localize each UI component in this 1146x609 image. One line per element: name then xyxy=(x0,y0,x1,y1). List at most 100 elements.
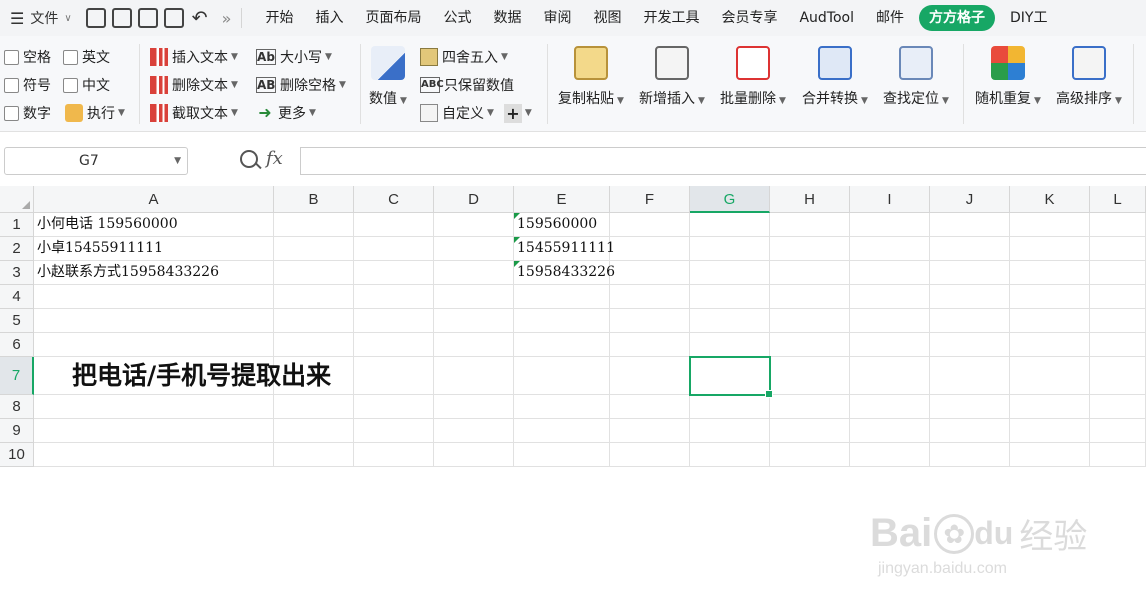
grid-cell[interactable] xyxy=(1090,237,1146,261)
grid-cell[interactable] xyxy=(274,237,354,261)
grid-cell[interactable] xyxy=(690,309,770,333)
cell-a2[interactable]: 小卓15455911111 xyxy=(34,237,274,261)
grid-cell[interactable] xyxy=(1090,285,1146,309)
tab-insert[interactable]: 插入 xyxy=(304,0,354,36)
grid-cell[interactable] xyxy=(514,395,610,419)
grid-cell[interactable] xyxy=(850,285,930,309)
more-button[interactable]: ➜ 更多 ▼ xyxy=(256,102,316,124)
grid-cell[interactable] xyxy=(850,213,930,237)
grid-cell[interactable] xyxy=(690,261,770,285)
find-locate-button[interactable]: 查找定位 ▼ xyxy=(883,40,949,108)
numeric-button[interactable]: 数值 ▼ xyxy=(369,40,407,108)
grid-cell[interactable] xyxy=(850,357,930,395)
grid-cell[interactable] xyxy=(354,261,434,285)
grid-cell[interactable] xyxy=(610,419,690,443)
grid-cell[interactable] xyxy=(1010,309,1090,333)
more-commands-icon[interactable]: » xyxy=(222,9,232,28)
case-button[interactable]: Ab 大小写 ▼ xyxy=(256,46,332,68)
grid-cell[interactable] xyxy=(434,443,514,467)
add-insert-button[interactable]: 新增插入 ▼ xyxy=(639,40,705,108)
tab-review[interactable]: 审阅 xyxy=(532,0,582,36)
grid-cell[interactable] xyxy=(930,357,1010,395)
grid-cell[interactable] xyxy=(274,309,354,333)
row-header-10[interactable]: 10 xyxy=(0,443,34,467)
grid-cell[interactable] xyxy=(274,261,354,285)
grid-cell[interactable] xyxy=(690,213,770,237)
undo-icon[interactable]: ↶ xyxy=(190,7,210,29)
grid-cell[interactable] xyxy=(514,419,610,443)
column-header-h[interactable]: H xyxy=(770,186,850,213)
grid-cell[interactable] xyxy=(850,419,930,443)
grid-cell[interactable] xyxy=(610,395,690,419)
grid-cell[interactable] xyxy=(354,395,434,419)
grid-cell[interactable] xyxy=(514,285,610,309)
grid-cell[interactable] xyxy=(610,261,690,285)
grid-cell[interactable] xyxy=(850,395,930,419)
custom-button[interactable]: 自定义 ▼ + ▼ xyxy=(420,102,532,124)
grid-cell[interactable] xyxy=(354,237,434,261)
grid-cell[interactable] xyxy=(34,285,274,309)
delete-text-button[interactable]: 删除文本 ▼ xyxy=(150,74,238,96)
zoom-icon[interactable] xyxy=(240,149,258,168)
grid-cell[interactable] xyxy=(850,261,930,285)
grid-cell[interactable] xyxy=(274,285,354,309)
row-header-1[interactable]: 1 xyxy=(0,213,34,237)
row-header-9[interactable]: 9 xyxy=(0,419,34,443)
grid-cell[interactable] xyxy=(434,237,514,261)
column-header-e[interactable]: E xyxy=(514,186,610,213)
grid-cell[interactable] xyxy=(1010,333,1090,357)
grid-cell[interactable] xyxy=(1090,395,1146,419)
grid-cell[interactable] xyxy=(434,261,514,285)
grid-cell[interactable] xyxy=(354,419,434,443)
grid-cell[interactable] xyxy=(690,443,770,467)
grid-cell[interactable] xyxy=(434,213,514,237)
grid-cell[interactable] xyxy=(274,443,354,467)
checkbox[interactable] xyxy=(63,49,78,65)
checkbox[interactable] xyxy=(63,77,78,93)
grid-cell[interactable] xyxy=(610,333,690,357)
grid-cell[interactable] xyxy=(690,333,770,357)
grid-cell[interactable] xyxy=(34,309,274,333)
grid-cell[interactable] xyxy=(1010,357,1090,395)
grid-cell[interactable] xyxy=(514,309,610,333)
chevron-down-icon[interactable]: ▼ xyxy=(174,148,181,174)
grid-cell[interactable] xyxy=(1090,419,1146,443)
grid-cell[interactable] xyxy=(850,237,930,261)
grid-cell[interactable] xyxy=(1090,443,1146,467)
grid-cell[interactable] xyxy=(770,213,850,237)
grid-cell[interactable] xyxy=(1010,261,1090,285)
grid-cell[interactable] xyxy=(610,443,690,467)
tab-fangfang[interactable]: 方方格子 xyxy=(919,5,995,31)
cell-a1[interactable]: 小何电话 159560000 xyxy=(34,213,274,237)
grid-cell[interactable] xyxy=(930,443,1010,467)
grid-cell[interactable] xyxy=(1090,261,1146,285)
execute-button[interactable]: 执行 ▼ xyxy=(65,102,125,124)
copy-paste-button[interactable]: 复制粘贴 ▼ xyxy=(558,40,624,108)
grid-cell[interactable] xyxy=(354,443,434,467)
column-header-b[interactable]: B xyxy=(274,186,354,213)
checkbox[interactable] xyxy=(4,49,19,65)
grid-cell[interactable] xyxy=(274,419,354,443)
print-icon[interactable] xyxy=(137,8,158,28)
english-checkbox[interactable]: 英文 xyxy=(63,46,110,68)
grid-cell[interactable] xyxy=(1090,213,1146,237)
grid-cell[interactable] xyxy=(354,213,434,237)
column-header-c[interactable]: C xyxy=(354,186,434,213)
grid-cell[interactable] xyxy=(610,237,690,261)
cell-e2[interactable]: 15455911111 xyxy=(514,237,615,261)
grid-cell[interactable] xyxy=(434,285,514,309)
tab-member[interactable]: 会员专享 xyxy=(710,0,788,36)
grid-cell[interactable] xyxy=(274,395,354,419)
grid-cell[interactable] xyxy=(34,333,274,357)
select-all-corner[interactable] xyxy=(0,186,34,213)
batch-delete-button[interactable]: 批量删除 ▼ xyxy=(720,40,786,108)
grid-cell[interactable] xyxy=(34,419,274,443)
print-preview-icon[interactable] xyxy=(163,8,184,28)
grid-cell[interactable] xyxy=(930,213,1010,237)
file-menu[interactable]: ☰ 文件 ∨ xyxy=(0,0,72,36)
cell-a3[interactable]: 小赵联系方式15958433226 xyxy=(34,261,274,285)
grid-cell[interactable] xyxy=(930,309,1010,333)
column-header-a[interactable]: A xyxy=(34,186,274,213)
column-header-j[interactable]: J xyxy=(930,186,1010,213)
column-header-k[interactable]: K xyxy=(1010,186,1090,213)
